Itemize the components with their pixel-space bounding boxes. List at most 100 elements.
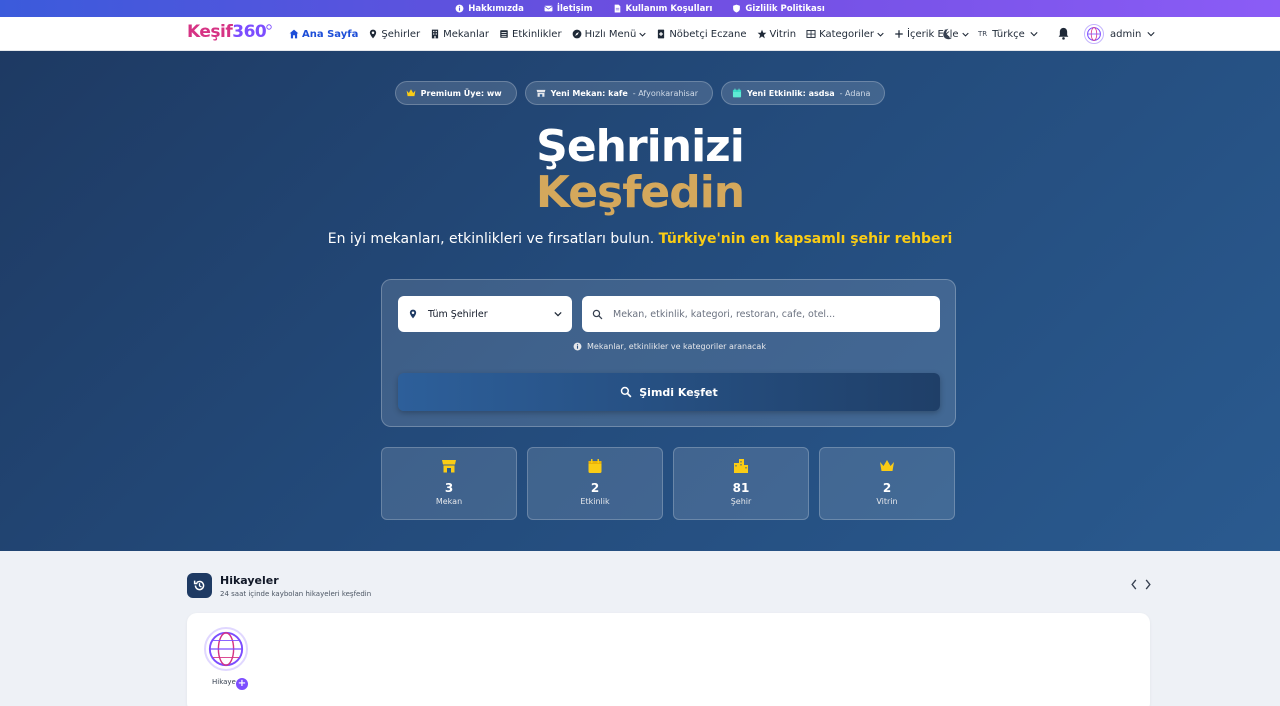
chevron-down-icon — [554, 311, 562, 317]
nav-link-events[interactable]: Etkinlikler — [499, 29, 567, 40]
chevron-right-icon — [1145, 579, 1151, 590]
nav-link-home[interactable]: Ana Sayfa — [289, 29, 363, 40]
dark-mode-moon-icon[interactable] — [941, 28, 953, 40]
add-story-plus-button[interactable]: + — [235, 677, 249, 691]
grid-icon — [806, 30, 816, 38]
stat-card-cities[interactable]: 81 Şehir — [673, 447, 809, 520]
hero-tagline: En iyi mekanları, etkinlikleri ve fırsat… — [0, 231, 1280, 247]
city-select[interactable]: Tüm Şehirler — [398, 296, 572, 332]
chevron-down-icon — [877, 32, 884, 37]
pill-bold-text: Yeni Mekan: kafe — [550, 88, 628, 98]
calendar-icon — [588, 459, 602, 473]
nav-link-categories[interactable]: Kategoriler — [806, 29, 889, 40]
topbar-link-label: Kullanım Koşulları — [625, 3, 713, 14]
pill-sub-text: - Adana — [839, 88, 871, 98]
pill-new-event[interactable]: Yeni Etkinlik: asdsa - Adana — [721, 81, 886, 105]
nav-link-cities[interactable]: Şehirler — [368, 29, 425, 40]
pill-premium-member[interactable]: Premium Üye: ww — [394, 81, 517, 105]
nav-link-add-content[interactable]: İçerik Ekle — [894, 29, 974, 40]
story-avatar — [204, 627, 248, 671]
user-avatar — [1084, 24, 1104, 44]
stat-card-venues[interactable]: 3 Mekan — [381, 447, 517, 520]
pill-new-venue[interactable]: Yeni Mekan: kafe - Afyonkarahisar — [524, 81, 714, 105]
logo-ring-icon — [266, 24, 272, 30]
hero-title-line2: Keşfedin — [535, 167, 745, 218]
hero-section: Premium Üye: ww Yeni Mekan: kafe - Afyon… — [0, 51, 1280, 551]
topbar-link-about[interactable]: Hakkımızda — [455, 4, 524, 14]
pill-sub-text: - Afyonkarahisar — [632, 88, 699, 98]
activity-pills: Premium Üye: ww Yeni Mekan: kafe - Afyon… — [0, 81, 1280, 105]
stories-prev-button[interactable] — [1130, 579, 1138, 590]
history-icon — [193, 580, 205, 591]
discover-now-label: Şimdi Keşfet — [639, 385, 718, 399]
language-code: TR — [978, 30, 988, 38]
list-icon — [500, 30, 508, 38]
stat-value: 81 — [732, 481, 750, 495]
topbar-link-contact[interactable]: İletişim — [544, 4, 593, 14]
crown-icon — [406, 89, 416, 97]
topbar-link-label: İletişim — [556, 3, 593, 14]
globe-logo-icon — [208, 631, 244, 667]
site-logo[interactable]: Keşif 360 — [187, 22, 272, 42]
stat-label: Mekan — [435, 497, 463, 506]
stat-card-events[interactable]: 2 Etkinlik — [527, 447, 663, 520]
search-hint: Mekanlar, etkinlikler ve kategoriler ara… — [382, 342, 957, 351]
user-name: admin — [1110, 28, 1142, 40]
stat-value: 2 — [590, 481, 600, 495]
search-input[interactable] — [613, 308, 913, 320]
file-icon — [614, 4, 620, 13]
store-icon — [536, 89, 546, 97]
nav-links: Ana Sayfa Şehirler Mekanlar Etkinlikler … — [289, 17, 979, 51]
search-hint-text: Mekanlar, etkinlikler ve kategoriler ara… — [587, 342, 766, 351]
plus-icon — [895, 30, 903, 38]
tagline-highlight: Türkiye'nin en kapsamlı şehir rehberi — [658, 231, 953, 247]
stat-value: 3 — [444, 481, 454, 495]
discover-now-button[interactable]: Şimdi Keşfet — [398, 373, 940, 411]
nav-link-label: Şehirler — [381, 28, 421, 40]
search-icon — [621, 386, 632, 398]
add-story-item[interactable]: Hikaye Ekle + — [204, 627, 249, 691]
main-navbar: Keşif 360 Ana Sayfa Şehirler Mekanlar Et… — [0, 17, 1280, 51]
nav-link-label: Vitrin — [769, 28, 797, 40]
search-panel: Tüm Şehirler Mekanlar, etkinlikler ve ka… — [381, 279, 956, 427]
stories-title: Hikayeler — [220, 573, 279, 587]
pill-bold-text: Premium Üye: ww — [420, 88, 502, 98]
chevron-down-icon — [1030, 32, 1038, 37]
topbar-link-privacy[interactable]: Gizlilik Politikası — [732, 4, 825, 14]
chevron-down-icon — [639, 32, 646, 37]
language-selector[interactable]: TR Türkçe — [978, 26, 1038, 42]
search-icon — [592, 309, 603, 319]
stories-card: Hikaye Ekle + — [187, 613, 1150, 706]
pharmacy-icon — [658, 29, 665, 39]
nav-link-showcase[interactable]: Vitrin — [757, 29, 802, 40]
nav-link-quick-menu[interactable]: Hızlı Menü — [572, 29, 652, 40]
topbar-link-terms[interactable]: Kullanım Koşulları — [613, 3, 713, 14]
envelope-icon — [544, 5, 553, 12]
nav-link-label: Mekanlar — [443, 28, 490, 40]
user-menu[interactable]: admin — [1084, 24, 1155, 44]
logo-text-b: 360 — [232, 22, 267, 42]
nav-link-venues[interactable]: Mekanlar — [430, 29, 494, 40]
stat-value: 2 — [882, 481, 892, 495]
nav-link-pharmacy[interactable]: Nöbetçi Eczane — [656, 29, 751, 40]
home-icon — [289, 29, 299, 39]
top-info-bar: Hakkımızda İletişim Kullanım Koşulları G… — [0, 0, 1280, 17]
nav-link-label: Nöbetçi Eczane — [669, 28, 747, 40]
map-pin-icon — [409, 309, 417, 319]
logo-text-a: Keşif — [187, 22, 233, 42]
stat-card-showcase[interactable]: 2 Vitrin — [819, 447, 955, 520]
stat-label: Vitrin — [876, 497, 898, 506]
compass-icon — [572, 29, 581, 39]
stories-subtitle: 24 saat içinde kaybolan hikayeleri keşfe… — [220, 589, 372, 598]
nav-link-label: Ana Sayfa — [302, 28, 359, 40]
topbar-link-label: Hakkımızda — [468, 3, 524, 14]
stories-icon-box — [187, 573, 212, 598]
notifications-bell-icon[interactable] — [1057, 27, 1070, 40]
info-circle-icon — [573, 342, 582, 351]
search-field[interactable] — [582, 296, 940, 332]
shield-icon — [733, 4, 741, 13]
chevron-down-icon — [1147, 32, 1155, 37]
nav-link-label: Etkinlikler — [512, 28, 562, 40]
city-select-value: Tüm Şehirler — [428, 308, 488, 320]
stories-next-button[interactable] — [1144, 579, 1152, 590]
